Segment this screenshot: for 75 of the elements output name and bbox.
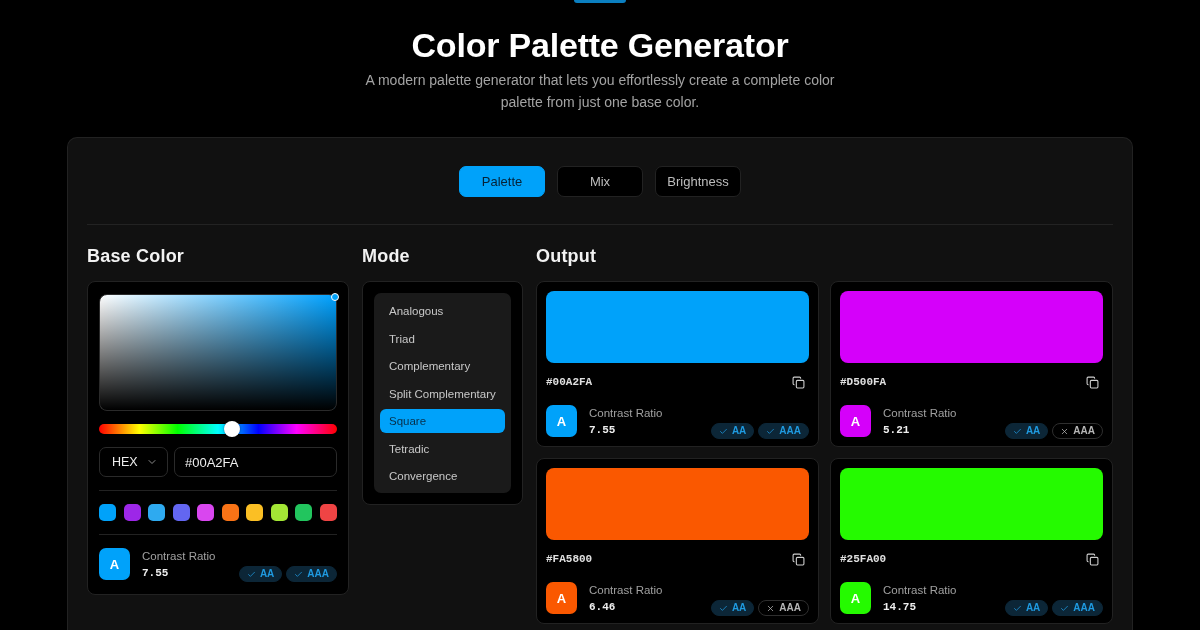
x-icon <box>1060 426 1070 436</box>
text-sample-tile: A <box>546 582 577 614</box>
mode-option[interactable]: Triad <box>380 326 505 351</box>
check-icon <box>718 603 728 613</box>
color-swatch[interactable] <box>123 504 141 521</box>
color-swatch[interactable] <box>319 504 337 521</box>
contrast-label: Contrast Ratio <box>589 582 664 598</box>
badge-label: AA <box>731 424 747 438</box>
check-icon <box>1060 603 1070 613</box>
contrast-value: 14.75 <box>883 599 917 614</box>
picker-handle[interactable] <box>331 293 339 301</box>
page-title: Color Palette Generator <box>411 25 789 65</box>
badge-label: AAA <box>779 601 801 615</box>
mode-option[interactable]: Analogous <box>380 299 505 323</box>
color-swatch[interactable] <box>270 504 288 521</box>
check-icon <box>294 569 304 579</box>
badge-label: AAA <box>307 567 329 581</box>
color-swatch[interactable] <box>197 504 215 521</box>
tab[interactable]: Mix <box>557 166 643 197</box>
color-swatch[interactable] <box>221 504 239 521</box>
mode-option[interactable]: Convergence <box>380 464 505 488</box>
contrast-value: 7.55 <box>589 422 617 437</box>
mode-option[interactable]: Complementary <box>380 354 505 378</box>
x-icon <box>766 603 776 613</box>
text-sample-tile: A <box>840 405 871 437</box>
contrast-value: 7.55 <box>142 565 170 580</box>
page-subtitle: A modern palette generator that lets you effortlessly create a complete color palette from just one base color. <box>364 71 836 112</box>
badge-label: AA <box>1025 601 1041 615</box>
text-sample-tile: A <box>99 548 130 580</box>
copy-icon[interactable] <box>792 552 805 566</box>
badge-label: AAA <box>779 424 801 438</box>
check-icon <box>1012 426 1022 436</box>
copy-icon[interactable] <box>1086 552 1099 566</box>
contrast-value: 6.46 <box>589 599 617 614</box>
copy-icon[interactable] <box>792 375 805 389</box>
copy-icon[interactable] <box>1086 375 1099 389</box>
tab[interactable]: Brightness <box>655 166 741 197</box>
tab[interactable]: Palette <box>459 166 545 197</box>
format-select[interactable]: HEX <box>99 447 168 477</box>
badge-label: AAA <box>1073 601 1095 615</box>
color-picker-area[interactable] <box>99 294 337 411</box>
color-swatch[interactable] <box>99 504 116 521</box>
check-icon <box>246 569 256 579</box>
hex-code: #25FA00 <box>840 552 887 566</box>
check-icon <box>766 426 776 436</box>
section-heading: Output <box>536 245 598 268</box>
section-heading: Mode <box>362 245 411 268</box>
section-heading: Base Color <box>87 245 186 268</box>
contrast-label: Contrast Ratio <box>142 548 217 564</box>
hex-code: #FA5800 <box>546 552 593 566</box>
contrast-label: Contrast Ratio <box>883 405 958 421</box>
color-swatch[interactable] <box>246 504 264 521</box>
slider-thumb[interactable] <box>224 421 241 437</box>
color-swatch[interactable] <box>172 504 190 521</box>
hue-slider[interactable] <box>99 424 337 434</box>
text-sample-tile: A <box>840 582 871 614</box>
badge-label: AA <box>1025 424 1041 438</box>
mode-option[interactable]: Tetradic <box>380 436 505 461</box>
contrast-label: Contrast Ratio <box>883 582 958 598</box>
color-swatch[interactable] <box>148 504 166 521</box>
hex-input[interactable]: #00A2FA <box>174 447 337 477</box>
text-sample-tile: A <box>546 405 577 437</box>
hex-code: #D500FA <box>840 375 887 389</box>
hex-code: #00A2FA <box>546 375 593 389</box>
contrast-value: 5.21 <box>883 422 911 437</box>
mode-option[interactable]: Square <box>380 409 505 433</box>
color-swatch[interactable] <box>295 504 313 521</box>
badge-label: AAA <box>1073 424 1095 438</box>
check-icon <box>1012 603 1022 613</box>
check-icon <box>718 426 728 436</box>
mode-option[interactable]: Split Complementary <box>380 381 505 406</box>
logo-icon <box>574 0 626 3</box>
badge-label: AA <box>259 567 275 581</box>
badge-label: AA <box>731 601 747 615</box>
contrast-label: Contrast Ratio <box>589 405 664 421</box>
